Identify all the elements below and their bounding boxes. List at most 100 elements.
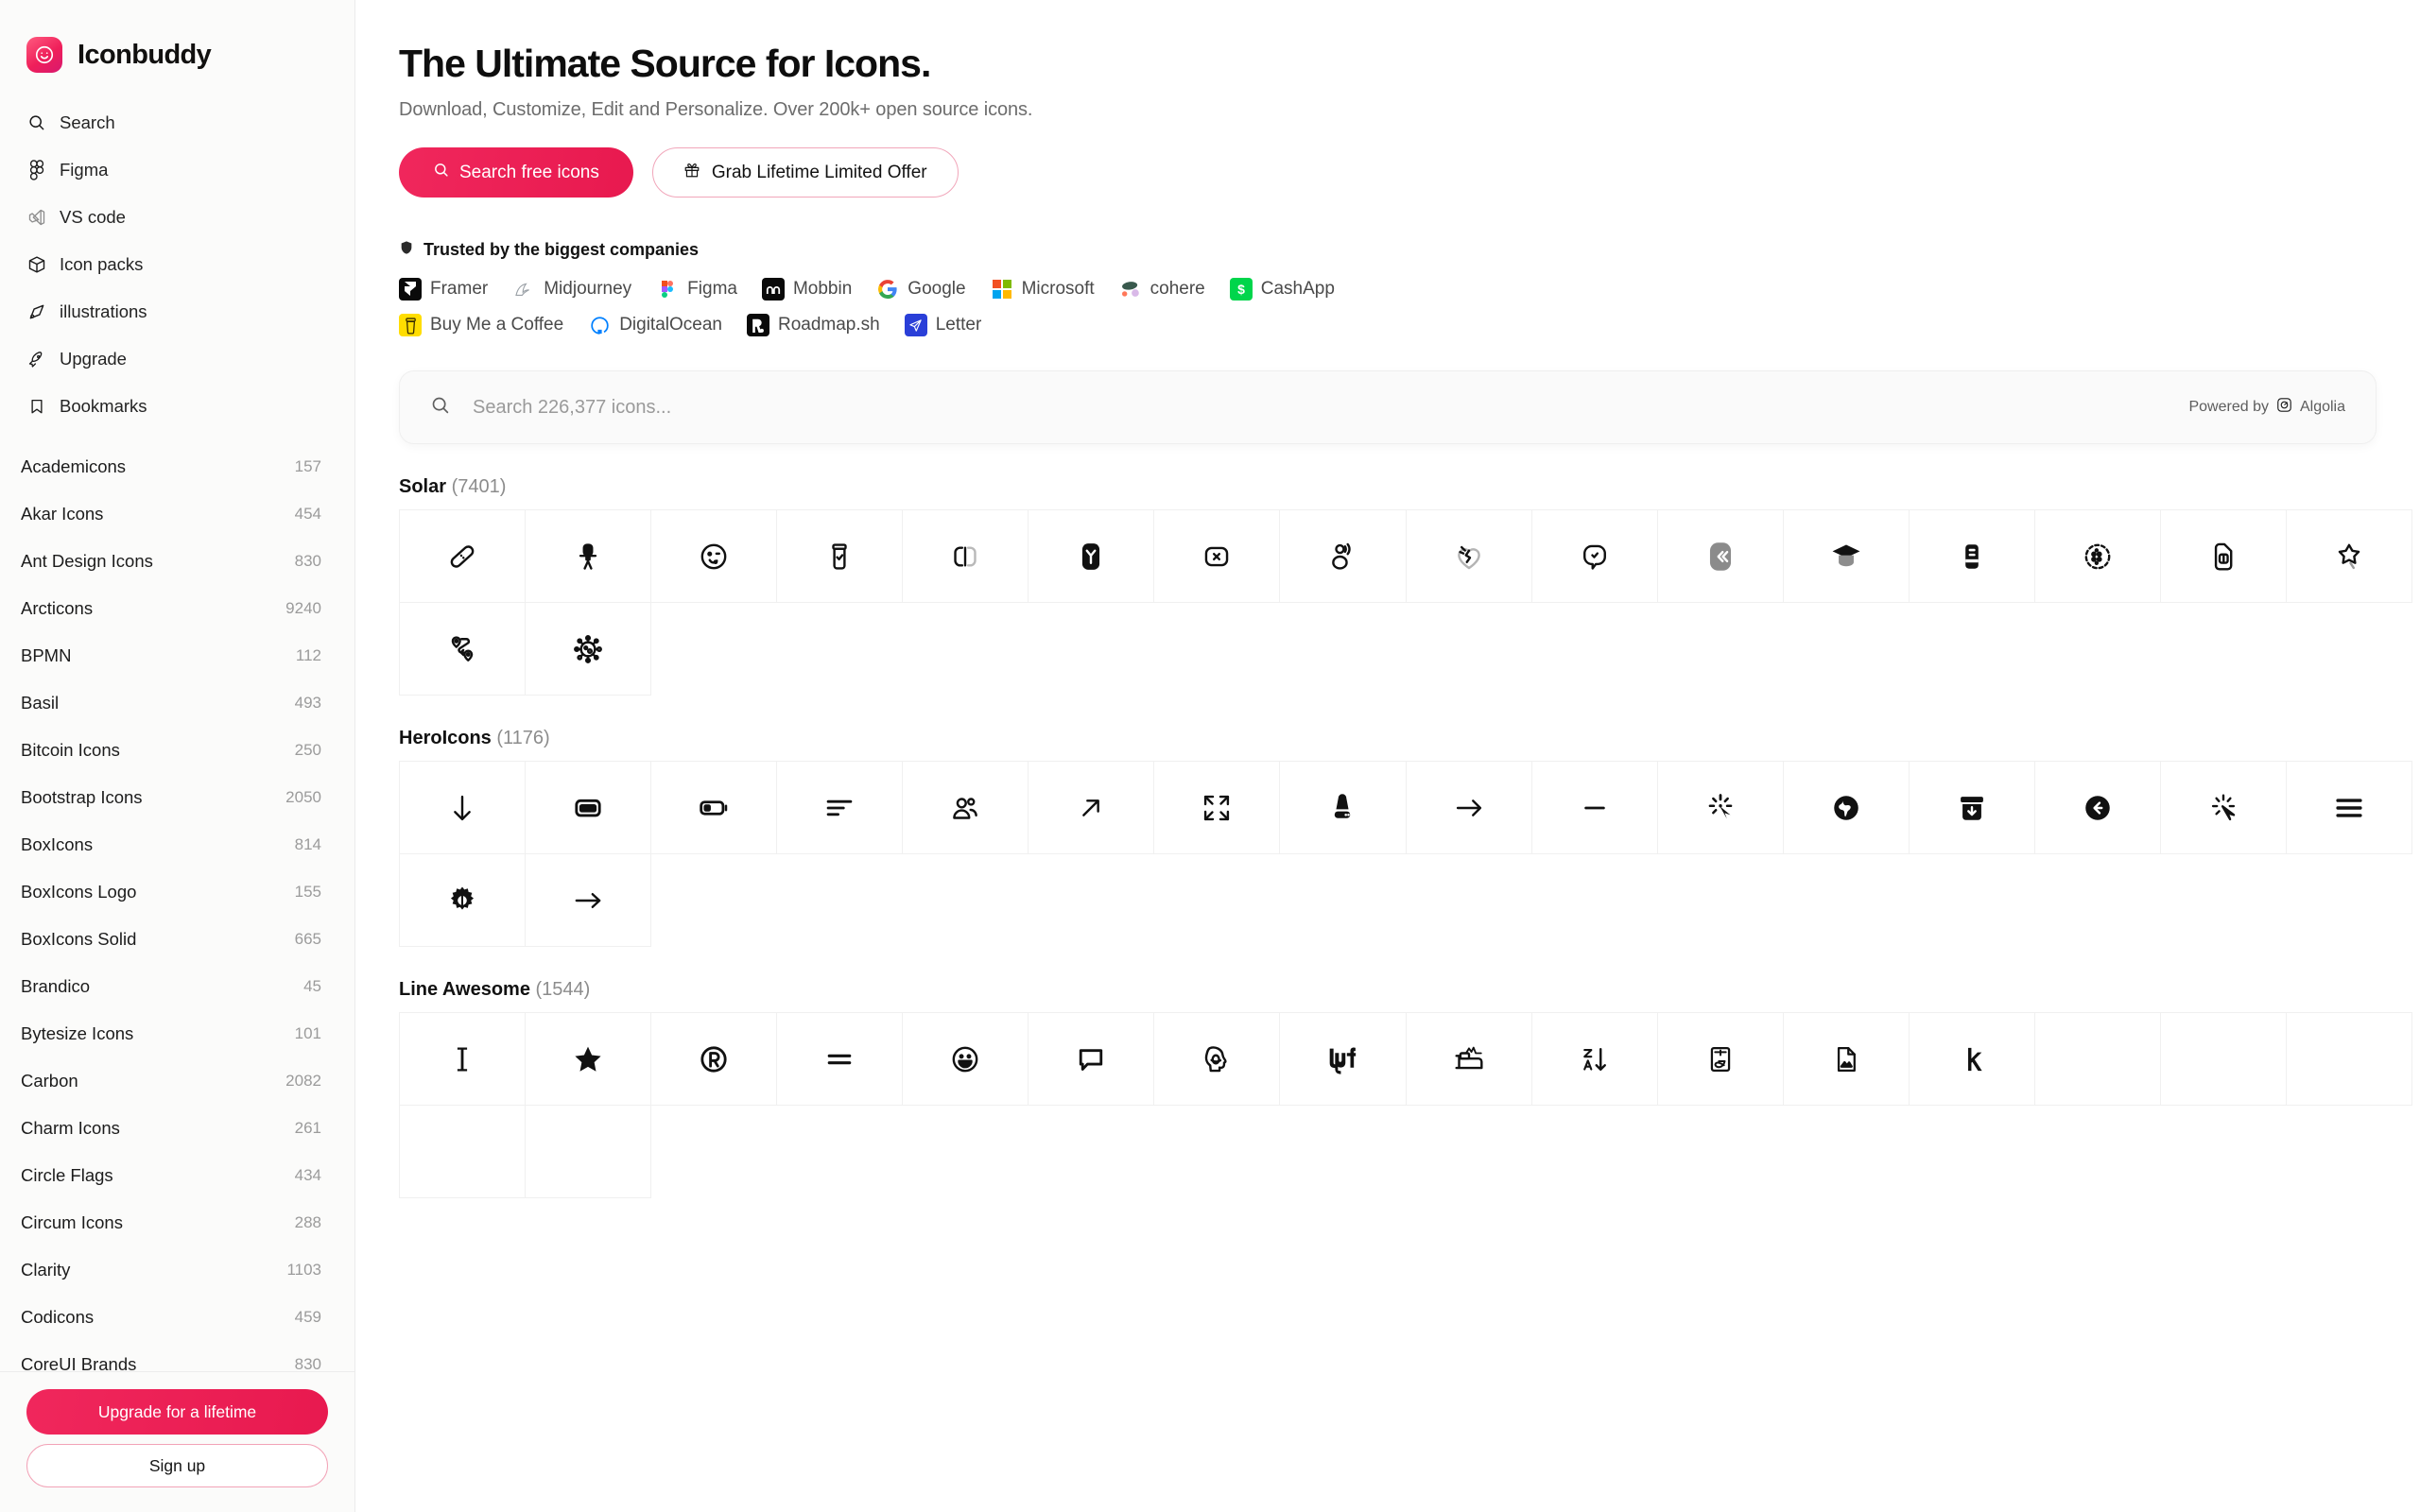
arrow-long-right-icon[interactable]	[526, 854, 652, 948]
archive-box-arrow-down-filled-icon[interactable]	[1909, 762, 2035, 855]
cursor-arrow-rays-icon[interactable]	[1657, 762, 1784, 855]
battery-low-icon[interactable]	[651, 762, 778, 855]
lyft-logo-icon[interactable]	[1280, 1013, 1407, 1107]
sidebar-pack-item[interactable]: CoreUI Brands 830	[0, 1341, 354, 1371]
tuning-square-filled-icon[interactable]	[1028, 510, 1155, 604]
sidebar-pack-item[interactable]: BoxIcons Logo 155	[0, 868, 354, 916]
sidebar-pack-item[interactable]: Charm Icons 261	[0, 1105, 354, 1152]
user-group-icon[interactable]	[903, 762, 1029, 855]
laugh-icon[interactable]	[903, 1013, 1029, 1107]
cog-6-tooth-filled-icon[interactable]	[400, 854, 527, 948]
close-square-icon[interactable]	[1154, 510, 1281, 604]
minus-icon[interactable]	[1531, 762, 1658, 855]
head-side-mask-icon[interactable]	[1154, 1013, 1281, 1107]
company-logo-letter[interactable]: Letter	[904, 314, 981, 337]
sidebar-item-upgrade[interactable]: Upgrade	[0, 335, 354, 383]
graduation-cap-icon[interactable]	[1783, 510, 1910, 604]
server-filled-icon[interactable]	[1280, 762, 1407, 855]
double-chevron-left-icon[interactable]	[1657, 510, 1784, 604]
sim-card-icon[interactable]	[2160, 510, 2287, 604]
company-logo-mobbin[interactable]: Mobbin	[761, 278, 852, 301]
sign-up-button[interactable]: Sign up	[26, 1444, 328, 1487]
company-logo-cohere[interactable]: cohere	[1118, 278, 1205, 301]
grab-lifetime-offer-button[interactable]: Grab Lifetime Limited Offer	[651, 147, 959, 198]
arrow-down-icon[interactable]	[400, 762, 527, 855]
company-logo-framer[interactable]: Framer	[399, 278, 488, 301]
company-logo-midjourney[interactable]: Midjourney	[512, 278, 631, 301]
bandage-icon[interactable]	[400, 510, 527, 604]
upgrade-for-lifetime-button[interactable]: Upgrade for a lifetime	[26, 1389, 328, 1435]
alipay-logo-icon[interactable]	[1657, 1013, 1784, 1107]
user-speak-icon[interactable]	[1280, 510, 1407, 604]
sidebar-pack-item[interactable]: Bootstrap Icons 2050	[0, 774, 354, 821]
sidebar-pack-item[interactable]: Akar Icons 454	[0, 490, 354, 538]
sidebar-pack-item[interactable]: BPMN 112	[0, 632, 354, 679]
cursor-arrow-rays-outline-icon[interactable]	[2160, 762, 2287, 855]
sidebar-pack-item[interactable]: Circum Icons 288	[0, 1199, 354, 1246]
sidebar-pack-item[interactable]: Brandico 45	[0, 963, 354, 1010]
file-image-icon[interactable]	[1783, 1013, 1910, 1107]
star-filled-icon[interactable]	[526, 1013, 652, 1107]
sidebar-pack-item[interactable]: Circle Flags 434	[0, 1152, 354, 1199]
sidebar-item-illustrations[interactable]: illustrations	[0, 288, 354, 335]
blank-2-icon[interactable]	[2160, 1013, 2287, 1107]
star-fall-icon[interactable]	[2286, 510, 2412, 604]
sidebar-pack-item[interactable]: Basil 493	[0, 679, 354, 727]
company-logo-buy-me-a-coffee[interactable]: Buy Me a Coffee	[399, 314, 563, 337]
arrow-left-circle-filled-icon[interactable]	[2034, 762, 2161, 855]
comment-icon[interactable]	[1028, 1013, 1155, 1107]
heart-broken-icon[interactable]	[1406, 510, 1532, 604]
sidebar-item-bookmarks[interactable]: Bookmarks	[0, 383, 354, 430]
search-free-icons-button[interactable]: Search free icons	[399, 147, 633, 198]
company-logo-roadmap-sh[interactable]: Roadmap.sh	[746, 314, 880, 337]
company-logo-cashapp[interactable]: $ CashApp	[1229, 278, 1335, 301]
arrow-right-icon[interactable]	[1406, 762, 1532, 855]
copy-link-icon[interactable]	[903, 510, 1029, 604]
blank-1-icon[interactable]	[2034, 1013, 2161, 1107]
book-filled-icon[interactable]	[1909, 510, 2035, 604]
sidebar-item-search[interactable]: Search	[0, 99, 354, 146]
blank-4-icon[interactable]	[400, 1106, 527, 1199]
dots-circle-icon[interactable]	[2034, 510, 2161, 604]
smiley-wink-icon[interactable]	[651, 510, 778, 604]
jar-check-icon[interactable]	[777, 510, 904, 604]
company-logo-microsoft[interactable]: Microsoft	[990, 278, 1095, 301]
sidebar-pack-item[interactable]: Bitcoin Icons 250	[0, 727, 354, 774]
i-cursor-icon[interactable]	[400, 1013, 527, 1107]
sidebar-pack-item[interactable]: BoxIcons Solid 665	[0, 916, 354, 963]
sort-alpha-down-alt-icon[interactable]	[1531, 1013, 1658, 1107]
sidebar-pack-item[interactable]: Ant Design Icons 830	[0, 538, 354, 585]
keycdn-logo-icon[interactable]	[1909, 1013, 2035, 1107]
virus-icon[interactable]	[526, 603, 652, 696]
bars-3-icon[interactable]	[2286, 762, 2412, 855]
blank-3-icon[interactable]	[2286, 1013, 2412, 1107]
blank-5-icon[interactable]	[526, 1106, 652, 1199]
sidebar-pack-item[interactable]: Clarity 1103	[0, 1246, 354, 1294]
equals-icon[interactable]	[777, 1013, 904, 1107]
sidebar-pack-item[interactable]: Bytesize Icons 101	[0, 1010, 354, 1057]
search-bar[interactable]: Powered by Algolia	[399, 370, 2377, 445]
arrows-pointing-out-icon[interactable]	[1154, 762, 1281, 855]
sidebar-pack-item[interactable]: BoxIcons 814	[0, 821, 354, 868]
sidebar-item-vscode[interactable]: VS code	[0, 194, 354, 241]
bars-3-bottom-left-icon[interactable]	[777, 762, 904, 855]
chat-check-icon[interactable]	[1531, 510, 1658, 604]
search-input[interactable]	[473, 396, 2189, 419]
registered-icon[interactable]	[651, 1013, 778, 1107]
company-logo-figma[interactable]: Figma	[656, 278, 737, 301]
company-logo-google[interactable]: Google	[876, 278, 966, 301]
credit-card-icon[interactable]	[526, 762, 652, 855]
sidebar-item-icon-packs[interactable]: Icon packs	[0, 241, 354, 288]
company-logo-digitalocean[interactable]: DigitalOcean	[588, 314, 722, 337]
sidebar-pack-item[interactable]: Arcticons 9240	[0, 585, 354, 632]
route-icon[interactable]	[400, 603, 527, 696]
sidebar-item-figma[interactable]: Figma	[0, 146, 354, 194]
arrow-up-right-icon[interactable]	[1028, 762, 1155, 855]
sidebar-pack-item[interactable]: Carbon 2082	[0, 1057, 354, 1105]
office-chair-icon[interactable]	[526, 510, 652, 604]
sidebar-pack-item[interactable]: Codicons 459	[0, 1294, 354, 1341]
brand[interactable]: Iconbuddy	[0, 0, 354, 86]
globe-americas-filled-icon[interactable]	[1783, 762, 1910, 855]
procedures-icon[interactable]	[1406, 1013, 1532, 1107]
sidebar-pack-item[interactable]: Academicons 157	[0, 443, 354, 490]
